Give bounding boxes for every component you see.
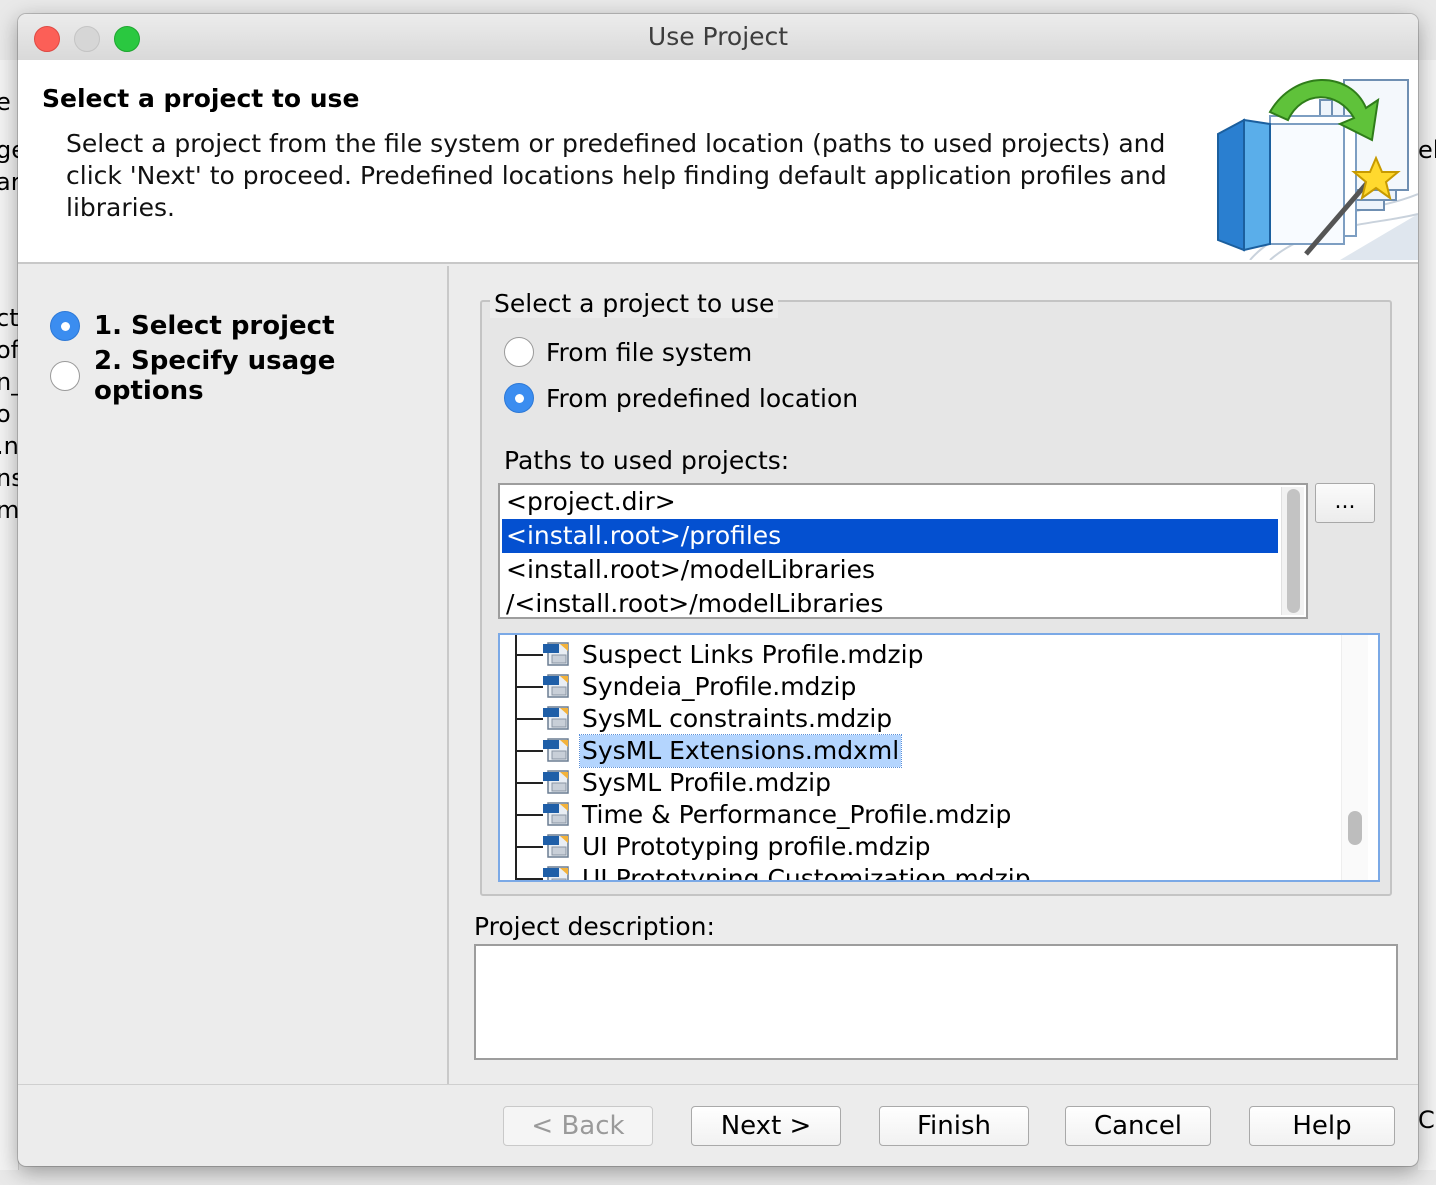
option-from-file-system[interactable]: From file system xyxy=(504,337,752,367)
tree-connector xyxy=(515,878,543,880)
background-left-panel: e ge ar ct of n_ o .n ns m xyxy=(0,60,19,1170)
use-project-illustration-icon xyxy=(1217,79,1418,260)
tree-file-label: Syndeia_Profile.mdzip xyxy=(582,672,857,701)
tree-connector xyxy=(515,654,543,656)
tree-connector xyxy=(515,718,543,720)
tree-file-label: SysML Extensions.mdxml xyxy=(578,734,903,768)
window-title: Use Project xyxy=(647,22,789,51)
project-description-field[interactable] xyxy=(474,944,1398,1060)
tree-scrollbar[interactable] xyxy=(1341,635,1368,880)
md-file-icon xyxy=(543,866,569,880)
md-file-icon xyxy=(543,834,569,858)
md-file-icon xyxy=(543,642,569,666)
tree-connector xyxy=(515,782,543,784)
md-file-icon xyxy=(543,738,569,762)
use-project-dialog: Use Project Select a project to use Sele… xyxy=(18,14,1418,1166)
tree-file-item[interactable]: UI Prototyping profile.mdzip xyxy=(500,831,1340,863)
paths-scrollbar-thumb[interactable] xyxy=(1287,489,1300,613)
help-button[interactable]: Help xyxy=(1249,1106,1395,1146)
background-right-panel: el Ca xyxy=(1418,60,1436,1170)
bg-text: Ca xyxy=(1418,1106,1436,1134)
tree-file-label: UI Prototyping Customization.mdzip xyxy=(582,864,1031,882)
project-description-label: Project description: xyxy=(474,912,715,941)
path-item[interactable]: <project.dir> xyxy=(502,485,1278,519)
bg-text: n_ xyxy=(0,368,18,396)
paths-label: Paths to used projects: xyxy=(504,446,790,475)
bg-text: .n xyxy=(0,432,19,460)
tree-connector xyxy=(515,750,543,752)
tree-file-item[interactable]: Time & Performance_Profile.mdzip xyxy=(500,799,1340,831)
step-specify-usage-options[interactable]: 2. Specify usage options xyxy=(50,346,448,406)
path-item-selected[interactable]: <install.root>/profiles xyxy=(502,519,1278,553)
step-label: 2. Specify usage options xyxy=(94,346,336,406)
group-legend: Select a project to use xyxy=(490,289,779,318)
path-item[interactable]: <install.root>/modelLibraries xyxy=(502,553,1278,587)
step-select-project[interactable]: 1. Select project xyxy=(50,306,335,346)
tree-file-item[interactable]: Suspect Links Profile.mdzip xyxy=(500,639,1340,671)
tree-file-label: SysML Profile.mdzip xyxy=(582,768,831,797)
finish-button[interactable]: Finish xyxy=(879,1106,1029,1146)
bg-text: ar xyxy=(0,168,18,196)
bg-text: ns xyxy=(0,464,18,492)
path-item[interactable]: /<install.root>/modelLibraries xyxy=(502,587,1278,617)
bg-text: of xyxy=(0,336,19,364)
bg-text: ge xyxy=(0,136,18,164)
header-description: Select a project from the file system or… xyxy=(66,129,1167,222)
cancel-button[interactable]: Cancel xyxy=(1065,1106,1211,1146)
radio-checked-icon[interactable] xyxy=(504,383,534,413)
bg-text: o xyxy=(0,400,11,428)
tree-file-item[interactable]: SysML Profile.mdzip xyxy=(500,767,1340,799)
option-label: From file system xyxy=(546,337,753,367)
step-label: 1. Select project xyxy=(94,311,335,341)
tree-file-label: SysML constraints.mdzip xyxy=(582,704,893,733)
tree-file-item[interactable]: SysML constraints.mdzip xyxy=(500,703,1340,735)
md-file-icon xyxy=(543,770,569,794)
radio-unchecked-icon[interactable] xyxy=(504,337,534,367)
bg-text: m xyxy=(0,496,18,524)
tree-file-item[interactable]: Syndeia_Profile.mdzip xyxy=(500,671,1340,703)
header-title: Select a project to use xyxy=(42,84,360,113)
tree-file-label: Time & Performance_Profile.mdzip xyxy=(582,800,1012,829)
tree-scrollbar-thumb[interactable] xyxy=(1348,811,1362,845)
tree-file-label: Suspect Links Profile.mdzip xyxy=(582,640,924,669)
bg-text: ct xyxy=(0,304,19,332)
tree-file-label: UI Prototyping profile.mdzip xyxy=(582,832,931,861)
wizard-steps-panel: 1. Select project 2. Specify usage optio… xyxy=(18,264,448,1084)
back-button[interactable]: < Back xyxy=(503,1106,653,1146)
paths-list[interactable]: <project.dir> <install.root>/profiles <i… xyxy=(498,483,1308,619)
title-bar[interactable]: Use Project xyxy=(18,14,1418,61)
md-file-icon xyxy=(543,706,569,730)
step-inactive-indicator-icon xyxy=(50,361,80,391)
footer-divider xyxy=(18,1084,1418,1085)
option-label: From predefined location xyxy=(546,383,859,413)
step-active-indicator-icon xyxy=(50,311,80,341)
md-file-icon xyxy=(543,802,569,826)
bg-text: e xyxy=(0,88,11,116)
tree-connector xyxy=(515,814,543,816)
browse-button[interactable]: ... xyxy=(1315,483,1375,523)
tree-file-item-selected[interactable]: SysML Extensions.mdxml xyxy=(500,734,1340,768)
option-from-predefined-location[interactable]: From predefined location xyxy=(504,383,858,413)
wizard-header: Select a project to use Select a project… xyxy=(18,60,1418,264)
bg-text: el xyxy=(1418,136,1436,164)
tree-connector xyxy=(515,846,543,848)
tree-file-item[interactable]: UI Prototyping Customization.mdzip xyxy=(500,863,1340,882)
tree-connector xyxy=(515,686,543,688)
panel-divider xyxy=(447,266,449,1084)
next-button[interactable]: Next > xyxy=(691,1106,841,1146)
paths-scrollbar[interactable] xyxy=(1281,487,1304,615)
md-file-icon xyxy=(543,674,569,698)
project-file-tree[interactable]: Suspect Links Profile.mdzip Syndeia_Profi… xyxy=(498,633,1380,882)
